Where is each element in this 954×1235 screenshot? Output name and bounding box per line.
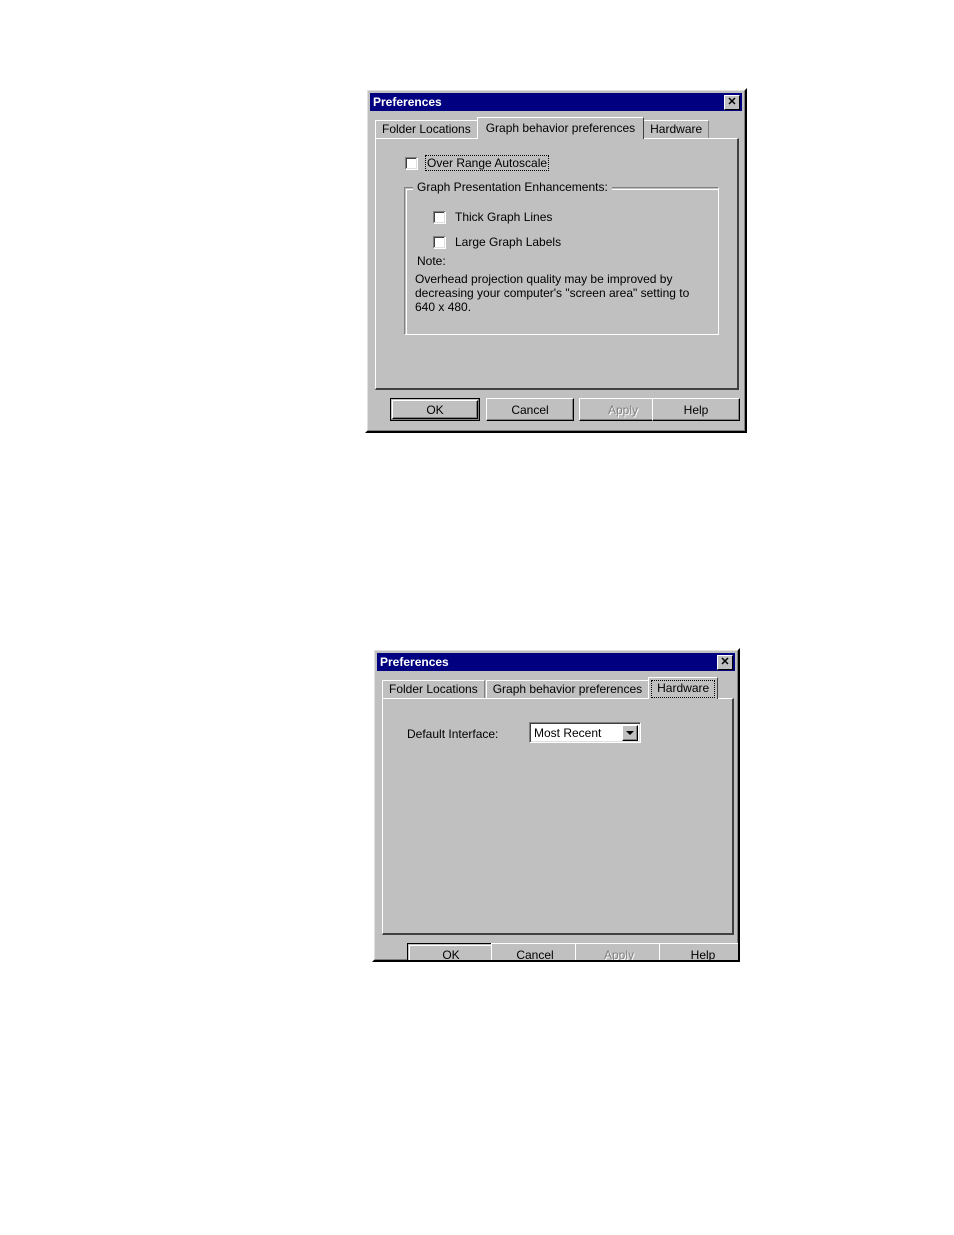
dialog-title: Preferences <box>373 95 442 109</box>
chevron-down-icon[interactable] <box>622 724 638 741</box>
default-interface-combobox[interactable]: Most Recent <box>529 722 641 743</box>
tabstrip: Folder Locations Graph behavior preferen… <box>375 117 710 139</box>
help-button[interactable]: Help <box>652 398 740 421</box>
tab-label: Folder Locations <box>382 122 471 136</box>
tab-folder-locations[interactable]: Folder Locations <box>375 120 478 139</box>
tab-hardware[interactable]: Hardware <box>648 677 719 699</box>
large-graph-labels-label: Large Graph Labels <box>455 235 562 249</box>
tab-graph-behavior-preferences[interactable]: Graph behavior preferences <box>485 680 650 699</box>
tab-panel: Over Range Autoscale Graph Presentation … <box>375 138 739 390</box>
ok-button[interactable]: OK <box>390 398 480 421</box>
tab-label: Hardware <box>657 681 710 695</box>
note-line-2: decreasing your computer's "screen area"… <box>415 286 690 300</box>
cancel-button[interactable]: Cancel <box>486 398 574 421</box>
close-button[interactable]: ✕ <box>717 654 733 670</box>
tab-hardware[interactable]: Hardware <box>643 120 710 139</box>
cancel-button[interactable]: Cancel <box>491 943 579 962</box>
tab-label: Graph behavior preferences <box>492 682 643 696</box>
tab-panel: Default Interface: Most Recent <box>382 698 734 935</box>
titlebar[interactable]: Preferences ✕ <box>370 93 742 111</box>
preferences-dialog-graph-behavior: Preferences ✕ Folder Locations Graph beh… <box>365 88 747 433</box>
close-icon: ✕ <box>727 95 737 108</box>
tab-label: Hardware <box>650 122 703 136</box>
tab-folder-locations[interactable]: Folder Locations <box>382 680 485 699</box>
default-interface-value: Most Recent <box>534 725 602 740</box>
chevron-down-glyph <box>626 730 634 735</box>
tabstrip: Folder Locations Graph behavior preferen… <box>382 677 719 699</box>
thick-graph-lines-checkbox[interactable] <box>433 210 446 224</box>
over-range-autoscale-label: Over Range Autoscale <box>425 155 550 171</box>
dialog-title: Preferences <box>380 655 449 669</box>
cancel-button-label: Cancel <box>516 947 554 962</box>
titlebar[interactable]: Preferences ✕ <box>377 653 735 671</box>
tab-graph-behavior-preferences[interactable]: Graph behavior preferences <box>476 117 645 139</box>
graph-presentation-enhancements-group: Graph Presentation Enhancements: Thick G… <box>404 180 719 335</box>
help-button-label: Help <box>683 402 709 417</box>
cancel-button-label: Cancel <box>511 402 549 417</box>
note-line-1: Overhead projection quality may be impro… <box>415 272 673 286</box>
note-label: Note: <box>417 254 446 268</box>
large-graph-labels-row[interactable]: Large Graph Labels <box>433 234 563 250</box>
preferences-dialog-hardware: Preferences ✕ Folder Locations Graph beh… <box>372 648 740 962</box>
ok-button[interactable]: OK <box>407 943 495 962</box>
note-body: Overhead projection quality may be impro… <box>415 272 689 314</box>
apply-button-label: Apply <box>603 947 635 962</box>
thick-graph-lines-label: Thick Graph Lines <box>455 210 553 224</box>
default-interface-label: Default Interface: <box>407 727 499 741</box>
over-range-autoscale-row[interactable]: Over Range Autoscale <box>405 155 550 171</box>
groupbox-title: Graph Presentation Enhancements: <box>413 180 612 194</box>
ok-button-label: OK <box>442 947 460 962</box>
thick-graph-lines-row[interactable]: Thick Graph Lines <box>433 209 554 225</box>
close-button[interactable]: ✕ <box>724 94 740 110</box>
over-range-autoscale-checkbox[interactable] <box>405 156 418 170</box>
tab-label: Folder Locations <box>389 682 478 696</box>
apply-button[interactable]: Apply <box>575 943 663 962</box>
help-button-label: Help <box>690 947 716 962</box>
apply-button-label: Apply <box>607 402 639 417</box>
ok-button-label: OK <box>426 402 444 417</box>
close-icon: ✕ <box>720 655 730 668</box>
help-button[interactable]: Help <box>659 943 738 962</box>
tab-label: Graph behavior preferences <box>485 121 636 135</box>
note-line-3: 640 x 480. <box>415 300 472 314</box>
large-graph-labels-checkbox[interactable] <box>433 235 446 249</box>
